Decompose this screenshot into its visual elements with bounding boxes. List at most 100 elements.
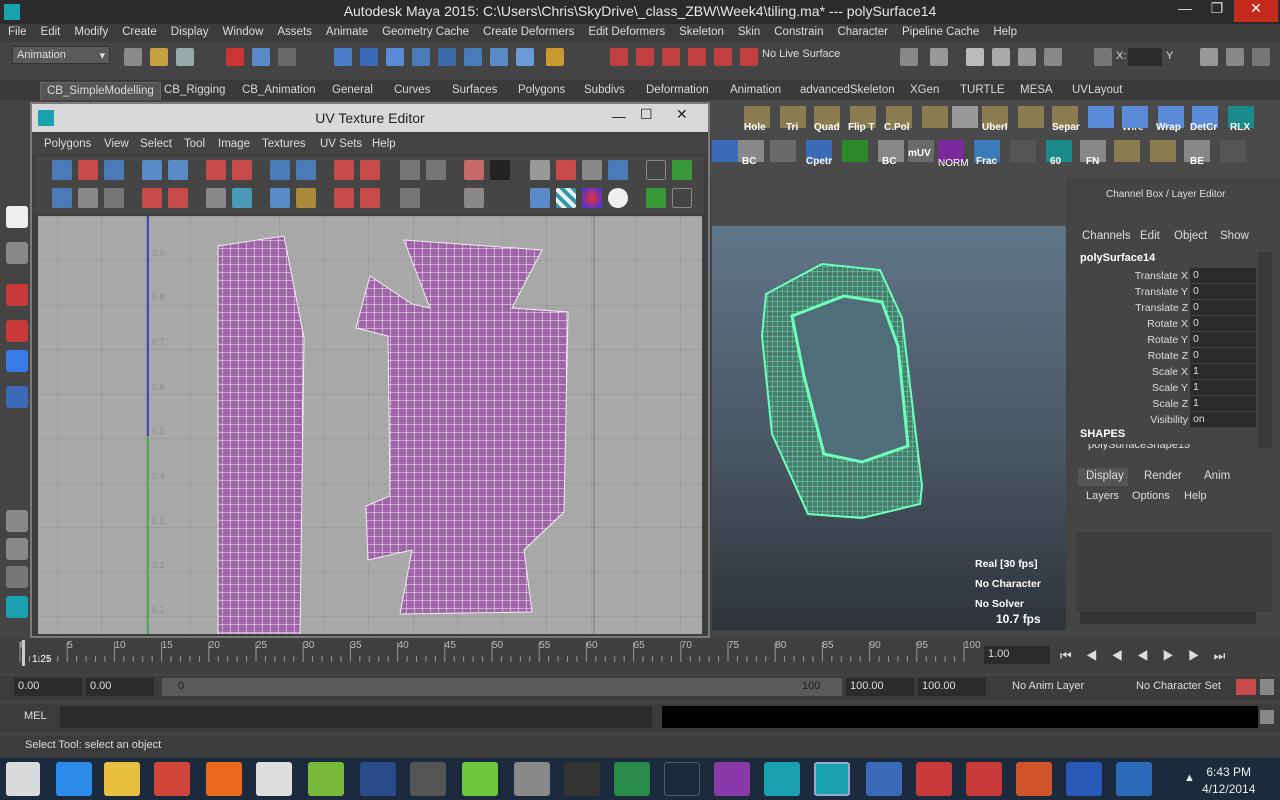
cloud-app-icon[interactable] <box>514 762 550 796</box>
globe-icon[interactable] <box>770 140 796 162</box>
single-view-icon[interactable] <box>6 510 28 532</box>
mel-label[interactable]: MEL <box>24 710 47 722</box>
maya-2015-icon[interactable] <box>814 762 850 796</box>
current-frame-field[interactable]: 1.00 <box>984 646 1050 664</box>
relax-uv-icon[interactable] <box>296 188 316 208</box>
uv-grid-icon[interactable] <box>400 160 420 180</box>
tab-advancedskeleton[interactable]: advancedSkeleton <box>794 82 901 100</box>
playback-end-field[interactable]: 100.00 <box>846 678 914 696</box>
select-by-hierarchy-icon[interactable] <box>226 48 244 66</box>
menu-window[interactable]: Window <box>214 24 269 42</box>
lasso-tool-icon[interactable] <box>6 242 28 264</box>
select-surfaces-icon[interactable] <box>438 48 456 66</box>
align-v-icon[interactable] <box>334 188 354 208</box>
tab-cb-rigging[interactable]: CB_Rigging <box>158 82 231 100</box>
show-attribute-editor-icon[interactable] <box>1200 48 1218 66</box>
tab-deformation[interactable]: Deformation <box>640 82 715 100</box>
select-dynamics-icon[interactable] <box>490 48 508 66</box>
menu-edit[interactable]: Edit <box>33 24 67 42</box>
outliner-layout-icon[interactable] <box>6 566 28 588</box>
mudbox-icon[interactable] <box>308 762 344 796</box>
monster-script-icon[interactable] <box>842 140 868 162</box>
checker-pattern-icon[interactable] <box>646 160 666 180</box>
menu-constrain[interactable]: Constrain <box>766 24 829 42</box>
paint-select-icon[interactable] <box>6 284 28 306</box>
split-uv-icon[interactable] <box>232 160 252 180</box>
menu-modify[interactable]: Modify <box>66 24 114 42</box>
render-frame-icon[interactable] <box>966 48 984 66</box>
unfold-icon[interactable] <box>232 188 252 208</box>
shelf-blank-icon[interactable] <box>952 106 978 128</box>
channel-value[interactable]: 0 <box>1190 348 1256 363</box>
channel-translate-x[interactable]: Translate X0 <box>1080 268 1258 284</box>
chrome-icon[interactable] <box>154 762 190 796</box>
restore-button[interactable]: ❐ <box>1202 0 1232 22</box>
uv-menu-uv-sets[interactable]: UV Sets <box>320 138 362 150</box>
soft-select-icon[interactable] <box>712 140 738 162</box>
maya-layout-icon[interactable] <box>6 596 28 618</box>
layer-h-scrollbar[interactable] <box>1080 612 1256 624</box>
maya-2014-icon[interactable] <box>764 762 800 796</box>
menu-set-dropdown[interactable]: Animation ▾ <box>12 46 110 64</box>
ipr-render-icon[interactable] <box>992 48 1010 66</box>
unity-icon[interactable] <box>410 762 446 796</box>
select-joints-icon[interactable] <box>386 48 404 66</box>
make-live-icon[interactable] <box>714 48 732 66</box>
close-button[interactable]: ✕ <box>1234 0 1278 22</box>
menu-character[interactable]: Character <box>829 24 894 42</box>
wire-icon[interactable] <box>1088 106 1114 128</box>
channel-translate-y[interactable]: Translate Y0 <box>1080 284 1258 300</box>
tab-display-layers[interactable]: Display <box>1078 468 1128 486</box>
tab-mesa[interactable]: MESA <box>1014 82 1059 100</box>
cb-menu-show[interactable]: Show <box>1220 230 1249 242</box>
ptex-icon[interactable] <box>672 160 692 180</box>
tab-animation[interactable]: Animation <box>724 82 787 100</box>
uv-lattice-icon[interactable] <box>52 160 72 180</box>
rb-app-icon[interactable] <box>866 762 902 796</box>
uv-move-icon[interactable] <box>78 160 98 180</box>
channel-value[interactable]: 1 <box>1190 380 1256 395</box>
cut-uv-icon[interactable] <box>206 160 226 180</box>
tab-uvlayout[interactable]: UVLayout <box>1066 82 1129 100</box>
snap-grid-icon[interactable] <box>610 48 628 66</box>
menu-animate[interactable]: Animate <box>318 24 374 42</box>
render-settings-icon[interactable] <box>1018 48 1036 66</box>
anim-prefs-icon[interactable] <box>1260 679 1274 695</box>
x-field[interactable] <box>1128 48 1162 66</box>
channel-value[interactable]: 1 <box>1190 364 1256 379</box>
mask-icon[interactable] <box>334 48 352 66</box>
scale-tool-icon[interactable] <box>6 386 28 408</box>
uv-tweak-icon[interactable] <box>52 188 72 208</box>
uv-menu-select[interactable]: Select <box>140 138 172 150</box>
playback-controls[interactable]: ⏮◀◀◀▶▶⏭ <box>1060 648 1239 664</box>
script-editor-icon[interactable] <box>1260 710 1274 724</box>
character-set-dropdown[interactable]: No Character Set <box>1136 680 1221 692</box>
sew-uv-icon[interactable] <box>360 160 380 180</box>
channel-value[interactable]: 0 <box>1190 268 1256 283</box>
substance-painter-icon[interactable] <box>564 762 600 796</box>
playback-start-field[interactable]: 0.00 <box>86 678 154 696</box>
rotate-ccw-icon[interactable] <box>142 188 162 208</box>
uv-menu-help[interactable]: Help <box>372 138 396 150</box>
select-misc-icon[interactable] <box>516 48 534 66</box>
pixel-snap-icon[interactable] <box>556 160 576 180</box>
menu-assets[interactable]: Assets <box>269 24 318 42</box>
menu-skeleton[interactable]: Skeleton <box>671 24 730 42</box>
hypershade-icon[interactable] <box>1044 48 1062 66</box>
select-by-object-icon[interactable] <box>252 48 270 66</box>
planes-icon[interactable] <box>1114 140 1140 162</box>
uv-minimize-button[interactable]: — <box>612 108 626 124</box>
select-tool-icon[interactable] <box>6 206 28 228</box>
uv-menu-polygons[interactable]: Polygons <box>44 138 91 150</box>
menu-skin[interactable]: Skin <box>730 24 766 42</box>
word-icon[interactable] <box>1066 762 1102 796</box>
cb-scrollbar[interactable] <box>1258 252 1272 448</box>
cb-menu-object[interactable]: Object <box>1174 230 1207 242</box>
channel-scale-y[interactable]: Scale Y1 <box>1080 380 1258 396</box>
tab-turtle[interactable]: TURTLE <box>954 82 1011 100</box>
rotate-tool-icon[interactable] <box>6 350 28 372</box>
uv-menu-textures[interactable]: Textures <box>262 138 305 150</box>
layer-menu-options[interactable]: Options <box>1132 490 1170 502</box>
dim-image-icon[interactable] <box>530 188 550 208</box>
select-handles-icon[interactable] <box>360 48 378 66</box>
